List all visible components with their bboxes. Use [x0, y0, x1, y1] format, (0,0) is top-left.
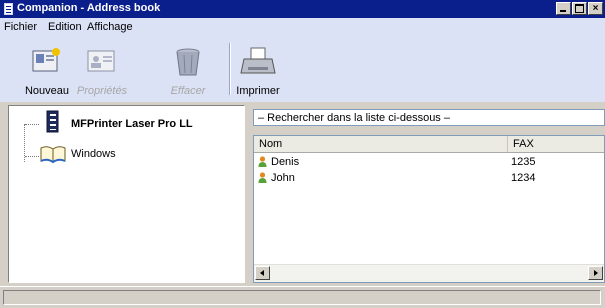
new-label: Nouveau	[24, 85, 70, 97]
contacts-list: Nom FAX Denis 1235 John 1234	[253, 135, 605, 283]
tree-connector	[25, 156, 39, 157]
contact-fax: 1234	[511, 172, 536, 184]
folder-tree: MFPrinter Laser Pro LL Windows	[8, 105, 245, 283]
minimize-button[interactable]	[556, 2, 571, 15]
window-title: Companion - Address book	[17, 2, 161, 14]
contact-icon	[258, 172, 267, 183]
menu-edition[interactable]: Edition	[48, 21, 82, 33]
delete-label: Effacer	[170, 85, 206, 97]
properties-label: Propriétés	[76, 85, 128, 97]
menu-affichage[interactable]: Affichage	[87, 21, 133, 33]
menu-fichier[interactable]: Fichier	[4, 21, 37, 33]
tree-connector	[25, 124, 39, 125]
properties-button[interactable]: Propriétés	[72, 45, 132, 97]
printer-icon	[240, 47, 276, 74]
delete-button[interactable]: Effacer	[158, 45, 218, 97]
title-bar: Companion - Address book ×	[0, 0, 605, 18]
scroll-right-button[interactable]	[588, 266, 603, 280]
scroll-left-button[interactable]	[255, 266, 270, 280]
tree-item-windows[interactable]: Windows	[71, 148, 116, 160]
menu-bar: Fichier Edition Affichage	[0, 18, 605, 35]
search-field[interactable]: – Rechercher dans la liste ci-dessous –	[253, 109, 605, 126]
tree-item-printer[interactable]: MFPrinter Laser Pro LL	[71, 118, 193, 130]
contact-fax: 1235	[511, 156, 536, 168]
column-header-nom[interactable]: Nom	[254, 136, 508, 152]
toolbar: Nouveau Propriétés Effacer Imprimer	[0, 35, 605, 102]
search-label: – Rechercher dans la liste ci-dessous –	[258, 112, 450, 124]
contact-icon	[258, 156, 267, 167]
maximize-button[interactable]	[572, 2, 587, 15]
contact-name: Denis	[271, 156, 300, 168]
new-button[interactable]: Nouveau	[17, 45, 77, 97]
print-label: Imprimer	[236, 85, 280, 97]
new-contact-icon	[32, 48, 60, 72]
properties-icon	[87, 50, 115, 72]
window-controls: ×	[556, 2, 603, 15]
open-book-icon	[40, 146, 66, 164]
table-row[interactable]: John 1234	[254, 170, 604, 186]
print-button[interactable]: Imprimer	[228, 45, 288, 97]
printer-book-icon	[46, 110, 59, 133]
address-book-icon	[4, 3, 13, 15]
close-button[interactable]: ×	[588, 2, 603, 15]
horizontal-scrollbar[interactable]	[254, 264, 604, 282]
status-bar	[0, 286, 605, 308]
column-header-fax[interactable]: FAX	[508, 136, 604, 152]
trash-icon	[176, 48, 200, 76]
table-row[interactable]: Denis 1235	[254, 154, 604, 170]
contact-name: John	[271, 172, 295, 184]
contacts-pane: – Rechercher dans la liste ci-dessous – …	[250, 105, 605, 283]
status-panel	[3, 290, 601, 305]
list-header: Nom FAX	[254, 136, 604, 153]
